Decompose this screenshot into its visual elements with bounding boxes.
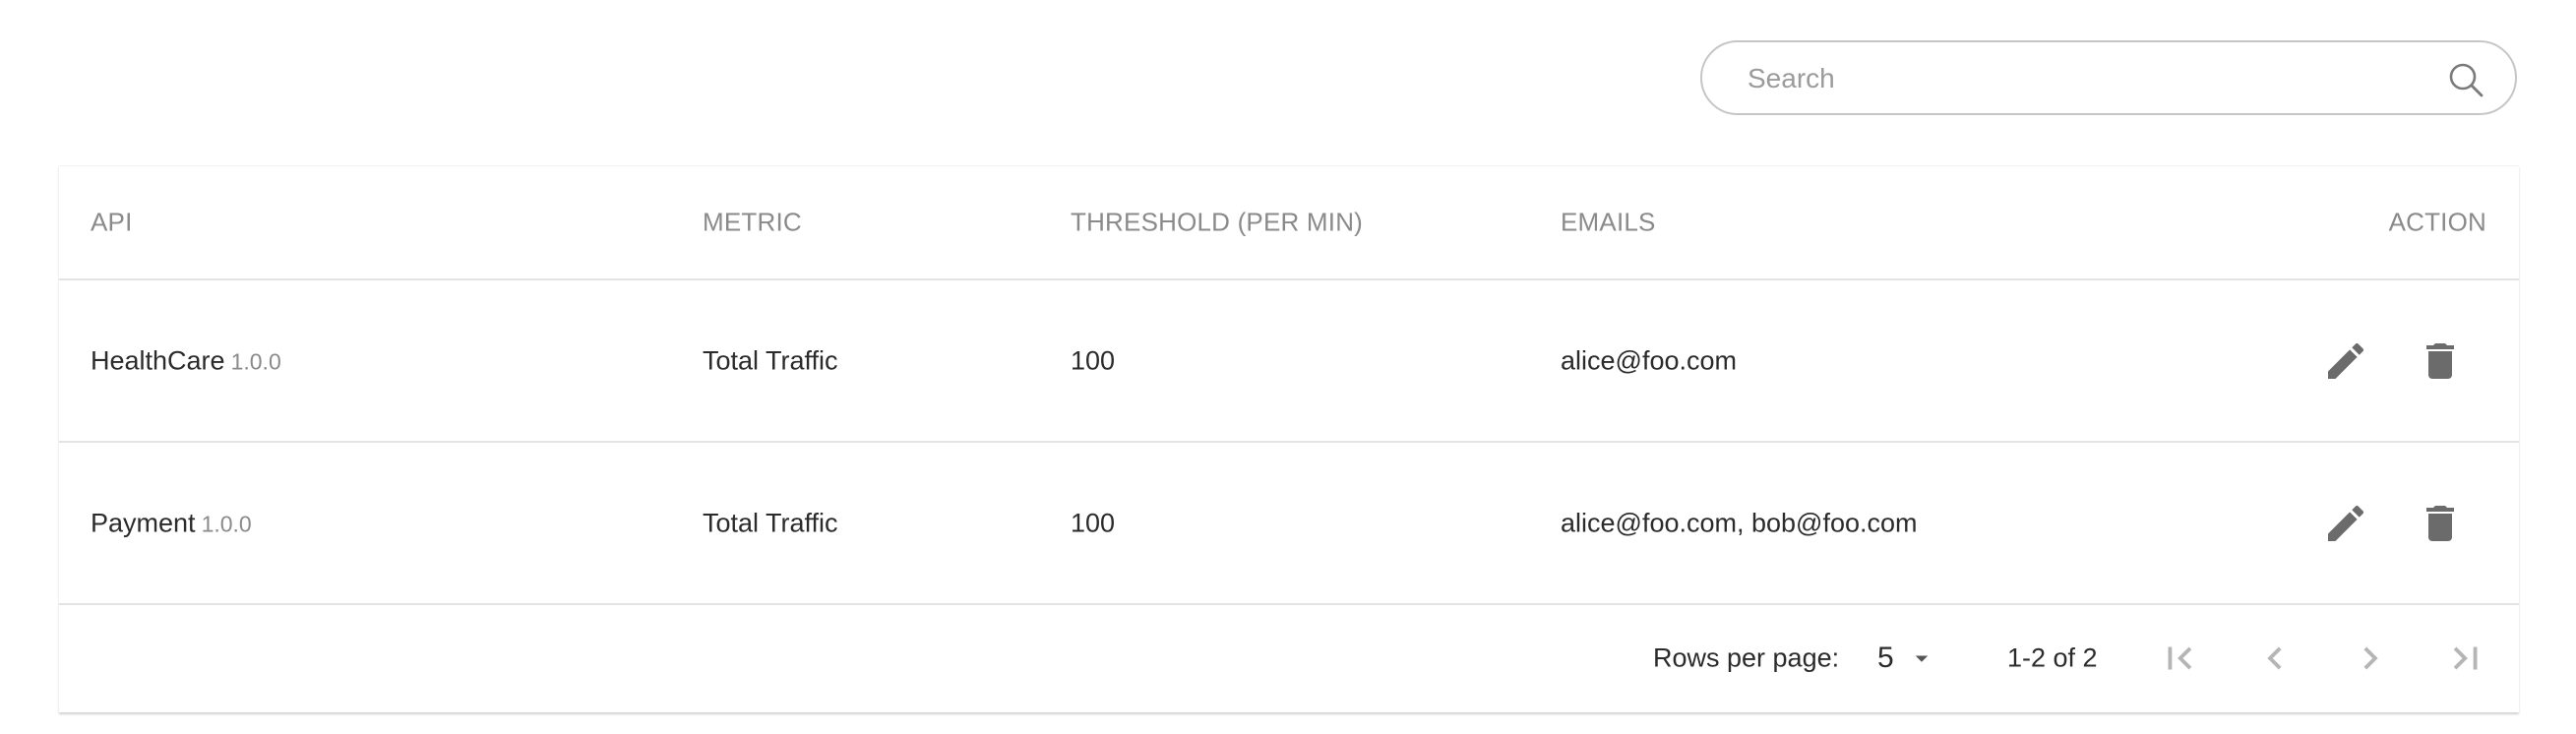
- table-header-row: API METRIC THRESHOLD (PER MIN) EMAILS AC…: [59, 166, 2519, 280]
- first-page-button[interactable]: [2157, 636, 2202, 681]
- search-input[interactable]: [1746, 42, 2419, 115]
- edit-button[interactable]: [2322, 500, 2369, 547]
- column-header-action: ACTION: [2388, 207, 2486, 237]
- threshold-cell: 100: [1071, 345, 1116, 375]
- previous-page-button[interactable]: [2252, 636, 2298, 681]
- column-header-metric: METRIC: [703, 207, 802, 237]
- first-page-icon: [2168, 646, 2192, 669]
- alerts-table: API METRIC THRESHOLD (PER MIN) EMAILS AC…: [59, 165, 2519, 712]
- api-version: 1.0.0: [201, 511, 252, 536]
- trash-icon: [2426, 342, 2454, 379]
- metric-cell: Total Traffic: [703, 508, 838, 537]
- next-page-button[interactable]: [2348, 636, 2393, 681]
- caret-down-icon: [1915, 655, 1929, 662]
- table-row: Payment 1.0.0 Total Traffic 100 alice@foo…: [59, 443, 2519, 605]
- column-header-threshold: THRESHOLD (PER MIN): [1071, 207, 1364, 237]
- last-page-button[interactable]: [2443, 636, 2488, 681]
- search-icon[interactable]: [2446, 60, 2485, 99]
- delete-button[interactable]: [2417, 337, 2464, 385]
- pencil-icon: [2328, 505, 2364, 541]
- api-cell: Payment 1.0.0: [91, 508, 252, 538]
- column-header-api: API: [91, 207, 133, 237]
- emails-cell: alice@foo.com: [1561, 345, 1737, 375]
- chevron-left-icon: [2267, 646, 2282, 669]
- rows-per-page-select[interactable]: 5: [1877, 634, 1946, 683]
- pagination-range: 1-2 of 2: [2007, 642, 2098, 672]
- threshold-cell: 100: [1071, 508, 1116, 537]
- table-row: HealthCare 1.0.0 Total Traffic 100 alice@…: [59, 280, 2519, 443]
- api-cell: HealthCare 1.0.0: [91, 345, 281, 376]
- api-name: HealthCare: [91, 345, 225, 375]
- column-header-emails: EMAILS: [1561, 207, 1656, 237]
- emails-cell: alice@foo.com, bob@foo.com: [1561, 508, 1918, 537]
- chevron-right-icon: [2363, 646, 2378, 669]
- edit-button[interactable]: [2322, 337, 2369, 385]
- delete-button[interactable]: [2417, 500, 2464, 547]
- search-box[interactable]: [1700, 40, 2517, 115]
- api-name: Payment: [91, 508, 196, 537]
- pencil-icon: [2328, 342, 2364, 379]
- trash-icon: [2426, 505, 2454, 541]
- table-pagination: Rows per page: 5 1-2 of 2: [59, 605, 2519, 710]
- rows-per-page-value: 5: [1877, 641, 1894, 674]
- last-page-icon: [2453, 646, 2478, 669]
- api-version: 1.0.0: [230, 348, 281, 374]
- rows-per-page-label: Rows per page:: [1653, 642, 1840, 672]
- metric-cell: Total Traffic: [703, 345, 838, 375]
